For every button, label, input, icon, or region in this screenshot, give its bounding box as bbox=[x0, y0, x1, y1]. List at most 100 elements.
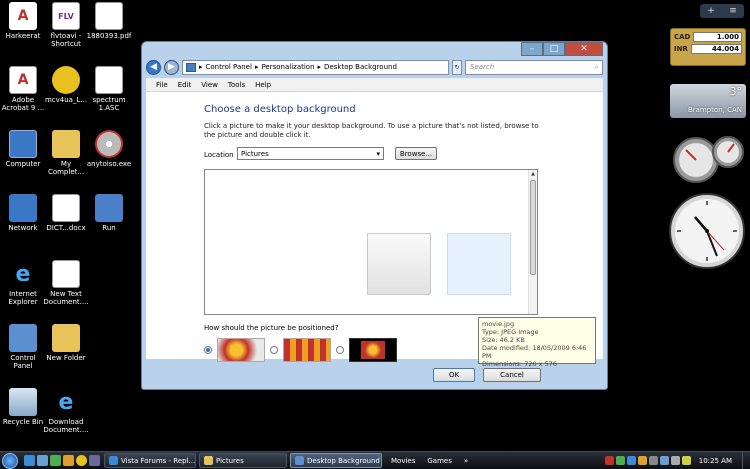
desktop-icon-spectrum[interactable]: spectrum 1.ASC bbox=[86, 66, 132, 112]
desktop-icon-download-doc[interactable]: e Download Document.... bbox=[43, 388, 89, 435]
desktop-icon-harkeerat[interactable]: A Harkeerat bbox=[0, 2, 46, 40]
desktop-icon-acrobat[interactable]: A Adobe Acrobat 9 ... bbox=[0, 66, 46, 112]
smiley-icon[interactable] bbox=[76, 455, 87, 466]
tray-icon[interactable] bbox=[615, 456, 625, 465]
desktop-icon-new-folder[interactable]: New Folder bbox=[43, 324, 89, 362]
menu-view[interactable]: View bbox=[201, 81, 218, 89]
desktop-icon-label: Computer bbox=[5, 160, 41, 168]
network-tray-icon[interactable] bbox=[659, 456, 669, 465]
breadcrumb-control-panel[interactable]: Control Panel bbox=[206, 63, 252, 71]
menu-edit[interactable]: Edit bbox=[178, 81, 192, 89]
desktop-icon-new-text-doc[interactable]: New Text Document.... bbox=[43, 260, 89, 306]
desktop-icon-mcv4ua[interactable]: mcv4ua_L... bbox=[43, 66, 89, 104]
desktop-icon-dict-docx[interactable]: DICT...docx bbox=[43, 194, 89, 232]
cancel-button[interactable]: Cancel bbox=[483, 368, 541, 382]
search-icon[interactable]: ⌕ bbox=[594, 63, 598, 72]
desktop-icon-anytoiso[interactable]: anytoiso.exe bbox=[86, 130, 132, 168]
page-title: Choose a desktop background bbox=[204, 104, 356, 115]
tray-icon[interactable] bbox=[681, 456, 691, 465]
desktop-icon-recycle-bin[interactable]: Recycle Bin bbox=[0, 388, 46, 426]
desktop-icon-label: Network bbox=[8, 224, 38, 232]
desktop-icon-pdf[interactable]: 1880393.pdf bbox=[86, 2, 132, 40]
position-option-tile[interactable] bbox=[270, 338, 331, 362]
position-option-center[interactable] bbox=[336, 338, 397, 362]
tray-icon[interactable] bbox=[626, 456, 636, 465]
tray-icon[interactable] bbox=[604, 456, 614, 465]
desktop-icon-label: 1880393.pdf bbox=[86, 32, 132, 40]
desktop-icon-label: Adobe Acrobat 9 ... bbox=[1, 96, 45, 112]
currency-value[interactable]: 44.004 bbox=[690, 44, 742, 54]
address-bar[interactable]: ▸ Control Panel ▸ Personalization ▸ Desk… bbox=[182, 59, 449, 75]
toolbar-games[interactable]: Games bbox=[427, 457, 452, 465]
start-button[interactable] bbox=[0, 452, 20, 469]
picture-thumbnail[interactable] bbox=[367, 233, 431, 295]
add-gadget-button[interactable]: + bbox=[707, 6, 715, 16]
position-preview-tile[interactable] bbox=[283, 338, 331, 362]
clock-gadget[interactable] bbox=[668, 192, 746, 270]
dropdown-arrow-icon: ▾ bbox=[376, 149, 380, 158]
switch-windows-icon[interactable] bbox=[50, 455, 61, 466]
position-radio-center[interactable] bbox=[336, 346, 344, 354]
menu-file[interactable]: File bbox=[156, 81, 168, 89]
gadget-menu-button[interactable]: ≡ bbox=[729, 6, 737, 16]
taskbar-item-vista-forums[interactable]: Vista Forums - Repl... bbox=[104, 453, 196, 468]
position-option-fit[interactable] bbox=[204, 338, 265, 362]
desktop-icon-network[interactable]: Network bbox=[0, 194, 46, 232]
location-select[interactable]: Pictures ▾ bbox=[237, 147, 384, 160]
messenger-icon[interactable] bbox=[63, 455, 74, 466]
search-input[interactable]: Search ⌕ bbox=[465, 59, 603, 75]
desktop-icon-run[interactable]: Run bbox=[86, 194, 132, 232]
toolbar-expand[interactable]: » bbox=[464, 457, 468, 465]
tray-icon[interactable] bbox=[637, 456, 647, 465]
app-icon[interactable] bbox=[89, 455, 100, 466]
picture-thumbnail-hovered[interactable] bbox=[447, 233, 511, 295]
taskbar-item-desktop-background[interactable]: Desktop Background bbox=[290, 453, 382, 468]
currency-value[interactable]: 1.000 bbox=[693, 32, 742, 42]
desktop-icon-label: Download Document.... bbox=[43, 418, 89, 434]
desktop-icon-label: New Text Document.... bbox=[43, 290, 89, 306]
disc-icon bbox=[95, 130, 123, 158]
currency-gadget[interactable]: CAD 1.000 INR 44.004 bbox=[670, 28, 746, 66]
desktop-icon-internet-explorer[interactable]: e Internet Explorer bbox=[0, 260, 46, 307]
location-label: Location bbox=[204, 151, 234, 159]
vertical-scrollbar[interactable]: ▲ bbox=[528, 170, 537, 314]
show-desktop-button[interactable] bbox=[742, 451, 750, 469]
volume-tray-icon[interactable] bbox=[670, 456, 680, 465]
breadcrumb-personalization[interactable]: Personalization bbox=[261, 63, 314, 71]
refresh-button[interactable]: ↻ bbox=[452, 59, 462, 75]
tray-icon[interactable] bbox=[648, 456, 658, 465]
minimize-button[interactable]: – bbox=[521, 42, 543, 56]
cpu-meter-gadget[interactable] bbox=[672, 132, 746, 184]
position-preview-center[interactable] bbox=[349, 338, 397, 362]
position-preview-fit[interactable] bbox=[217, 338, 265, 362]
center-image bbox=[361, 341, 385, 359]
menu-bar: File Edit View Tools Help bbox=[146, 78, 603, 92]
back-button[interactable]: ◀ bbox=[146, 59, 161, 75]
position-radio-fit[interactable] bbox=[204, 346, 212, 354]
show-desktop-icon[interactable] bbox=[37, 455, 48, 466]
scrollbar-thumb[interactable] bbox=[530, 180, 536, 275]
close-button[interactable]: ✕ bbox=[565, 42, 603, 56]
shortcut-icon bbox=[52, 66, 80, 94]
ie-quicklaunch-icon[interactable] bbox=[24, 455, 35, 466]
taskbar-item-pictures[interactable]: Pictures bbox=[199, 453, 287, 468]
acrobat-icon: A bbox=[9, 66, 37, 94]
ok-button[interactable]: OK bbox=[433, 368, 475, 382]
browse-button[interactable]: Browse... bbox=[395, 147, 437, 160]
breadcrumb-desktop-background[interactable]: Desktop Background bbox=[324, 63, 397, 71]
weather-gadget[interactable]: 3° Brampton, CAN bbox=[670, 84, 746, 118]
desktop-icon-computer[interactable]: Computer bbox=[0, 130, 46, 168]
menu-tools[interactable]: Tools bbox=[228, 81, 245, 89]
scroll-up-icon[interactable]: ▲ bbox=[529, 170, 537, 178]
toolbar-movies[interactable]: Movies bbox=[391, 457, 415, 465]
menu-help[interactable]: Help bbox=[255, 81, 271, 89]
maximize-button[interactable]: □ bbox=[543, 42, 565, 56]
picture-gallery[interactable]: ▲ bbox=[204, 169, 538, 315]
desktop-icon-control-panel[interactable]: Control Panel bbox=[0, 324, 46, 370]
forward-button[interactable]: ▶ bbox=[164, 59, 179, 75]
clock-time[interactable]: 10:25 AM bbox=[699, 457, 732, 465]
desktop-icon-flvtoavi[interactable]: FLV flvtoavi - Shortcut bbox=[43, 2, 89, 48]
desktop-icon-my-complet[interactable]: My Complet... bbox=[43, 130, 89, 176]
flv-icon: FLV bbox=[52, 2, 80, 30]
position-radio-tile[interactable] bbox=[270, 346, 278, 354]
